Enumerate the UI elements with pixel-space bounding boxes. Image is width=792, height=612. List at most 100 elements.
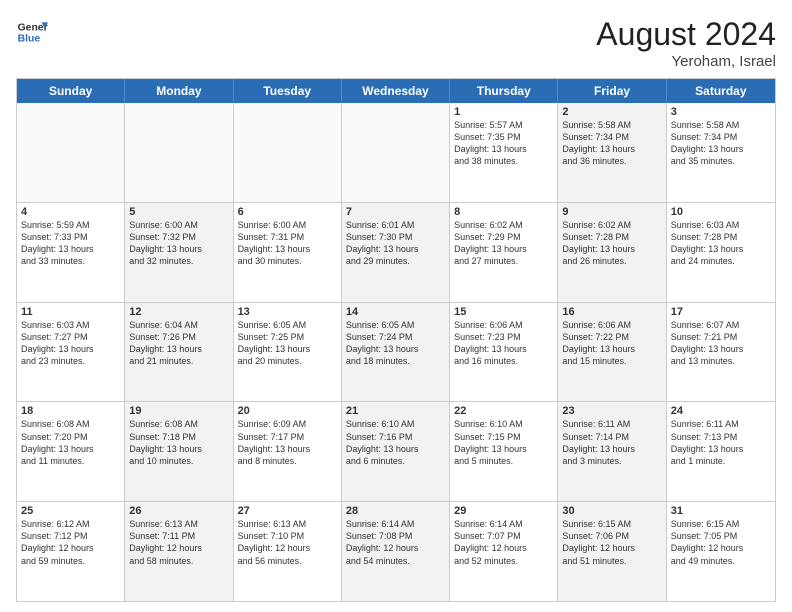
calendar-row: 11Sunrise: 6:03 AM Sunset: 7:27 PM Dayli… — [17, 303, 775, 403]
day-number: 7 — [346, 206, 445, 218]
day-number: 5 — [129, 206, 228, 218]
calendar-cell: 2Sunrise: 5:58 AM Sunset: 7:34 PM Daylig… — [558, 103, 666, 202]
day-number: 9 — [562, 206, 661, 218]
calendar-cell: 16Sunrise: 6:06 AM Sunset: 7:22 PM Dayli… — [558, 303, 666, 402]
calendar-cell: 10Sunrise: 6:03 AM Sunset: 7:28 PM Dayli… — [667, 203, 775, 302]
day-number: 1 — [454, 106, 553, 118]
svg-text:Blue: Blue — [18, 34, 41, 45]
calendar-cell: 19Sunrise: 6:08 AM Sunset: 7:18 PM Dayli… — [125, 402, 233, 501]
day-number: 20 — [238, 405, 337, 417]
calendar-cell: 8Sunrise: 6:02 AM Sunset: 7:29 PM Daylig… — [450, 203, 558, 302]
day-number: 21 — [346, 405, 445, 417]
day-number: 24 — [671, 405, 771, 417]
cell-text: Sunrise: 6:11 AM Sunset: 7:14 PM Dayligh… — [562, 418, 661, 467]
cell-text: Sunrise: 6:03 AM Sunset: 7:27 PM Dayligh… — [21, 319, 120, 368]
calendar-cell: 9Sunrise: 6:02 AM Sunset: 7:28 PM Daylig… — [558, 203, 666, 302]
cell-text: Sunrise: 5:57 AM Sunset: 7:35 PM Dayligh… — [454, 119, 553, 168]
cell-text: Sunrise: 6:08 AM Sunset: 7:18 PM Dayligh… — [129, 418, 228, 467]
calendar-cell — [125, 103, 233, 202]
cell-text: Sunrise: 6:06 AM Sunset: 7:23 PM Dayligh… — [454, 319, 553, 368]
cell-text: Sunrise: 6:05 AM Sunset: 7:25 PM Dayligh… — [238, 319, 337, 368]
month-year: August 2024 — [596, 16, 776, 53]
calendar-cell: 7Sunrise: 6:01 AM Sunset: 7:30 PM Daylig… — [342, 203, 450, 302]
calendar-cell: 23Sunrise: 6:11 AM Sunset: 7:14 PM Dayli… — [558, 402, 666, 501]
day-number: 12 — [129, 306, 228, 318]
calendar-cell: 4Sunrise: 5:59 AM Sunset: 7:33 PM Daylig… — [17, 203, 125, 302]
header-sunday: Sunday — [17, 79, 125, 103]
cell-text: Sunrise: 6:11 AM Sunset: 7:13 PM Dayligh… — [671, 418, 771, 467]
calendar-row: 1Sunrise: 5:57 AM Sunset: 7:35 PM Daylig… — [17, 103, 775, 203]
calendar-header: Sunday Monday Tuesday Wednesday Thursday… — [17, 79, 775, 103]
cell-text: Sunrise: 6:15 AM Sunset: 7:06 PM Dayligh… — [562, 518, 661, 567]
page: General Blue August 2024 Yeroham, Israel… — [0, 0, 792, 612]
cell-text: Sunrise: 6:14 AM Sunset: 7:08 PM Dayligh… — [346, 518, 445, 567]
cell-text: Sunrise: 6:10 AM Sunset: 7:15 PM Dayligh… — [454, 418, 553, 467]
cell-text: Sunrise: 6:01 AM Sunset: 7:30 PM Dayligh… — [346, 219, 445, 268]
day-number: 22 — [454, 405, 553, 417]
calendar-row: 4Sunrise: 5:59 AM Sunset: 7:33 PM Daylig… — [17, 203, 775, 303]
day-number: 2 — [562, 106, 661, 118]
calendar-cell — [17, 103, 125, 202]
title-block: August 2024 Yeroham, Israel — [596, 16, 776, 70]
calendar-cell: 29Sunrise: 6:14 AM Sunset: 7:07 PM Dayli… — [450, 502, 558, 601]
header: General Blue August 2024 Yeroham, Israel — [16, 16, 776, 70]
cell-text: Sunrise: 5:58 AM Sunset: 7:34 PM Dayligh… — [671, 119, 771, 168]
calendar-cell: 31Sunrise: 6:15 AM Sunset: 7:05 PM Dayli… — [667, 502, 775, 601]
header-monday: Monday — [125, 79, 233, 103]
day-number: 16 — [562, 306, 661, 318]
cell-text: Sunrise: 6:02 AM Sunset: 7:28 PM Dayligh… — [562, 219, 661, 268]
calendar-cell: 3Sunrise: 5:58 AM Sunset: 7:34 PM Daylig… — [667, 103, 775, 202]
day-number: 8 — [454, 206, 553, 218]
day-number: 28 — [346, 505, 445, 517]
cell-text: Sunrise: 6:04 AM Sunset: 7:26 PM Dayligh… — [129, 319, 228, 368]
calendar-cell: 14Sunrise: 6:05 AM Sunset: 7:24 PM Dayli… — [342, 303, 450, 402]
calendar-cell: 6Sunrise: 6:00 AM Sunset: 7:31 PM Daylig… — [234, 203, 342, 302]
calendar-cell: 13Sunrise: 6:05 AM Sunset: 7:25 PM Dayli… — [234, 303, 342, 402]
calendar-cell: 15Sunrise: 6:06 AM Sunset: 7:23 PM Dayli… — [450, 303, 558, 402]
cell-text: Sunrise: 6:08 AM Sunset: 7:20 PM Dayligh… — [21, 418, 120, 467]
calendar-cell: 24Sunrise: 6:11 AM Sunset: 7:13 PM Dayli… — [667, 402, 775, 501]
day-number: 17 — [671, 306, 771, 318]
logo-icon: General Blue — [16, 16, 48, 48]
calendar-row: 18Sunrise: 6:08 AM Sunset: 7:20 PM Dayli… — [17, 402, 775, 502]
cell-text: Sunrise: 6:13 AM Sunset: 7:10 PM Dayligh… — [238, 518, 337, 567]
cell-text: Sunrise: 6:00 AM Sunset: 7:31 PM Dayligh… — [238, 219, 337, 268]
calendar-cell: 1Sunrise: 5:57 AM Sunset: 7:35 PM Daylig… — [450, 103, 558, 202]
calendar-cell: 18Sunrise: 6:08 AM Sunset: 7:20 PM Dayli… — [17, 402, 125, 501]
calendar-cell — [342, 103, 450, 202]
day-number: 19 — [129, 405, 228, 417]
header-tuesday: Tuesday — [234, 79, 342, 103]
cell-text: Sunrise: 6:03 AM Sunset: 7:28 PM Dayligh… — [671, 219, 771, 268]
calendar-cell: 25Sunrise: 6:12 AM Sunset: 7:12 PM Dayli… — [17, 502, 125, 601]
cell-text: Sunrise: 6:00 AM Sunset: 7:32 PM Dayligh… — [129, 219, 228, 268]
calendar-row: 25Sunrise: 6:12 AM Sunset: 7:12 PM Dayli… — [17, 502, 775, 601]
header-saturday: Saturday — [667, 79, 775, 103]
cell-text: Sunrise: 6:14 AM Sunset: 7:07 PM Dayligh… — [454, 518, 553, 567]
day-number: 18 — [21, 405, 120, 417]
calendar-cell: 17Sunrise: 6:07 AM Sunset: 7:21 PM Dayli… — [667, 303, 775, 402]
cell-text: Sunrise: 6:07 AM Sunset: 7:21 PM Dayligh… — [671, 319, 771, 368]
day-number: 27 — [238, 505, 337, 517]
calendar-cell: 30Sunrise: 6:15 AM Sunset: 7:06 PM Dayli… — [558, 502, 666, 601]
logo: General Blue — [16, 16, 48, 48]
calendar-cell: 28Sunrise: 6:14 AM Sunset: 7:08 PM Dayli… — [342, 502, 450, 601]
location: Yeroham, Israel — [596, 53, 776, 70]
day-number: 29 — [454, 505, 553, 517]
header-thursday: Thursday — [450, 79, 558, 103]
day-number: 11 — [21, 306, 120, 318]
cell-text: Sunrise: 6:02 AM Sunset: 7:29 PM Dayligh… — [454, 219, 553, 268]
cell-text: Sunrise: 6:10 AM Sunset: 7:16 PM Dayligh… — [346, 418, 445, 467]
day-number: 6 — [238, 206, 337, 218]
header-wednesday: Wednesday — [342, 79, 450, 103]
cell-text: Sunrise: 6:13 AM Sunset: 7:11 PM Dayligh… — [129, 518, 228, 567]
day-number: 30 — [562, 505, 661, 517]
day-number: 10 — [671, 206, 771, 218]
day-number: 31 — [671, 505, 771, 517]
cell-text: Sunrise: 6:09 AM Sunset: 7:17 PM Dayligh… — [238, 418, 337, 467]
day-number: 13 — [238, 306, 337, 318]
cell-text: Sunrise: 5:59 AM Sunset: 7:33 PM Dayligh… — [21, 219, 120, 268]
cell-text: Sunrise: 6:05 AM Sunset: 7:24 PM Dayligh… — [346, 319, 445, 368]
calendar-cell: 26Sunrise: 6:13 AM Sunset: 7:11 PM Dayli… — [125, 502, 233, 601]
calendar-cell: 20Sunrise: 6:09 AM Sunset: 7:17 PM Dayli… — [234, 402, 342, 501]
day-number: 3 — [671, 106, 771, 118]
